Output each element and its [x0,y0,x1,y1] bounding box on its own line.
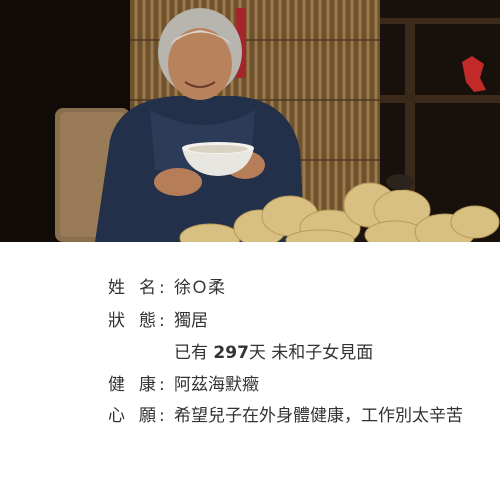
days-text: 已有 297天 未和子女見面 [174,340,373,366]
wish-colon: : [159,406,165,426]
name-label-char-1: 姓 [108,278,125,298]
health-label: 健 康 [108,372,156,398]
name-label: 姓 名 [108,275,156,301]
health-value: 阿茲海默癥 [174,375,259,395]
days-prefix: 已有 [174,343,214,363]
hero-photo [0,0,500,242]
name-value: 徐Ｏ柔 [174,278,225,298]
status-label: 狀 態 [108,308,156,334]
wish-label: 心 願 [108,403,156,429]
wish-label-char-2: 願 [139,406,156,426]
status-label-char-1: 狀 [108,311,125,331]
wish-label-char-1: 心 [108,406,125,426]
status-colon: : [159,311,165,331]
days-number: 297 [213,343,249,363]
wish-value: 希望兒子在外身體健康，工作別太辛苦 [174,406,463,426]
name-label-char-2: 名 [139,278,156,298]
health-colon: : [159,375,165,395]
health-label-char-2: 康 [139,375,156,395]
elderly-woman-photo-icon [0,0,500,242]
status-value: 獨居 [174,311,208,331]
name-colon: : [159,278,165,298]
health-label-char-1: 健 [108,375,125,395]
days-suffix: 天 未和子女見面 [248,343,374,363]
status-label-char-2: 態 [139,311,156,331]
